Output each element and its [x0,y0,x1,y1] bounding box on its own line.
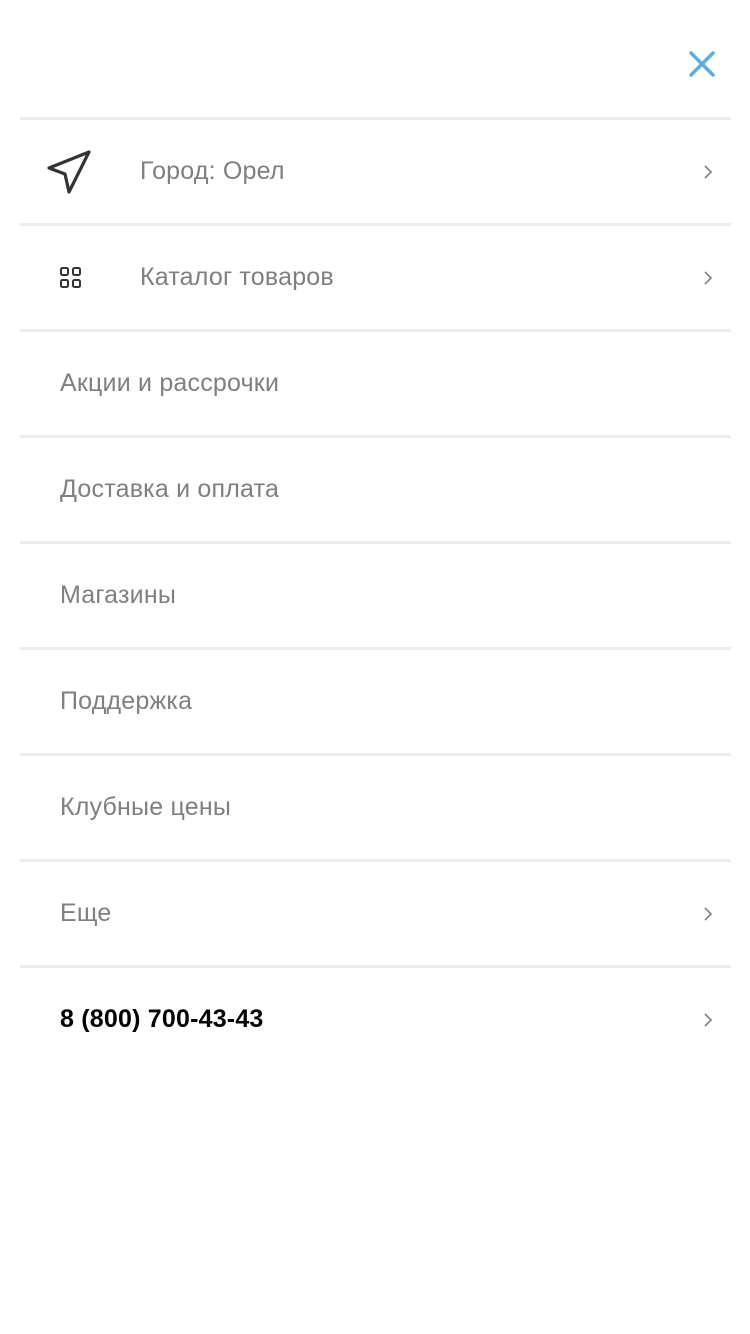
chevron-right-icon [704,270,713,285]
close-icon [689,51,715,77]
chevron-right-icon [704,1012,713,1027]
menu-item-label: Поддержка [60,687,193,715]
menu-item-promotions[interactable]: Акции и рассрочки [20,329,731,435]
phone-number: 8 (800) 700-43-43 [60,1005,264,1033]
grid-icon [60,266,81,288]
menu-item-more[interactable]: Еще [20,859,731,965]
menu-item-support[interactable]: Поддержка [20,647,731,753]
menu-item-catalog[interactable]: Каталог товаров [20,223,731,329]
menu-item-label: Доставка и оплата [60,475,280,503]
menu-item-label: Еще [60,899,112,927]
menu-item-label: Каталог товаров [140,263,334,291]
menu-item-stores[interactable]: Магазины [20,541,731,647]
menu-item-city[interactable]: Город: Орел [20,117,731,223]
menu-item-label: Магазины [60,581,177,609]
chevron-right-icon [704,164,713,179]
menu-item-label: Акции и рассрочки [60,369,280,397]
close-button[interactable] [686,48,718,80]
menu-item-label: Город: Орел [140,157,285,185]
menu-list: Город: Орел Каталог товаров Акции и расс… [20,117,731,1071]
menu-item-club-prices[interactable]: Клубные цены [20,753,731,859]
location-arrow-icon [47,149,91,194]
menu-item-label: Клубные цены [60,793,231,821]
menu-item-phone[interactable]: 8 (800) 700-43-43 [20,965,731,1071]
chevron-right-icon [704,906,713,921]
menu-item-delivery[interactable]: Доставка и оплата [20,435,731,541]
